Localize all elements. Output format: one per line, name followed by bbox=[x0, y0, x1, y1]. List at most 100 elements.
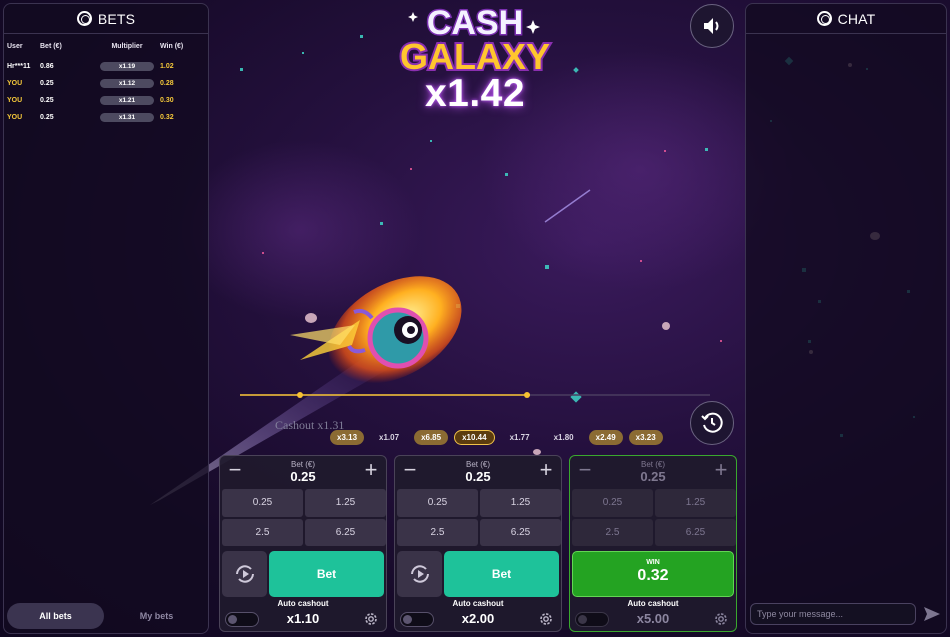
chat-header: CHAT bbox=[746, 4, 946, 34]
row-win: 0.28 bbox=[160, 80, 174, 87]
table-row: YOU 0.25 x1.31 0.32 bbox=[4, 109, 208, 126]
bets-title: BETS bbox=[97, 10, 136, 27]
chat-input-row bbox=[750, 603, 942, 625]
game-logo: CASH GALAXY bbox=[398, 3, 552, 79]
row-user: YOU bbox=[7, 80, 23, 87]
row-win: 1.02 bbox=[160, 63, 174, 70]
multiplier-history: x3.13 x1.07 x6.85 x10.44 x1.77 x1.80 x2.49 x3.2… bbox=[330, 429, 663, 446]
row-bet: 0.25 bbox=[40, 114, 54, 121]
bet-button[interactable]: Bet bbox=[444, 551, 559, 597]
row-multiplier: x1.21 bbox=[100, 96, 154, 105]
tab-all-bets[interactable]: All bets bbox=[7, 603, 104, 629]
auto-cashout-label: Auto cashout bbox=[452, 599, 504, 608]
bet-card-3: − Bet (€) 0.25 + 0.25 1.25 2.5 6.25 WIN … bbox=[569, 455, 737, 632]
current-multiplier: x1.42 bbox=[424, 72, 526, 115]
planet-ring-icon bbox=[816, 11, 832, 26]
row-user: YOU bbox=[7, 97, 23, 104]
preset-button[interactable]: 1.25 bbox=[655, 489, 736, 517]
history-multiplier: x1.07 bbox=[379, 433, 400, 442]
col-win: Win (€) bbox=[160, 42, 184, 50]
auto-cashout-value[interactable]: x2.00 bbox=[395, 611, 561, 626]
chat-title: CHAT bbox=[837, 10, 876, 27]
preset-button[interactable]: 2.5 bbox=[397, 518, 478, 546]
gear-icon[interactable] bbox=[538, 611, 554, 627]
preset-button[interactable]: 2.5 bbox=[572, 518, 653, 546]
sparkle-icon bbox=[408, 12, 418, 22]
auto-cashout-label: Auto cashout bbox=[627, 599, 679, 608]
alien-rocket bbox=[290, 276, 462, 384]
bets-header: BETS bbox=[4, 4, 208, 34]
preset-button[interactable]: 0.25 bbox=[397, 489, 478, 517]
bet-card-2: − Bet (€) 0.25 + 0.25 1.25 2.5 6.25 Bet … bbox=[394, 455, 562, 632]
history-button[interactable] bbox=[690, 401, 734, 445]
preset-button[interactable]: 6.25 bbox=[655, 518, 736, 546]
history-multiplier: x1.77 bbox=[509, 433, 530, 442]
bets-rows: Hr***11 0.86 x1.19 1.02 YOU 0.25 x1.12 0.28 YOU 0… bbox=[4, 58, 208, 126]
table-row: YOU 0.25 x1.21 0.30 bbox=[4, 92, 208, 109]
row-bet: 0.25 bbox=[40, 80, 54, 87]
planet-ring-icon bbox=[76, 11, 92, 26]
row-multiplier: x1.12 bbox=[100, 79, 154, 88]
history-multiplier: x6.85 bbox=[414, 430, 449, 445]
history-multiplier: x2.49 bbox=[588, 430, 623, 445]
preset-button[interactable]: 6.25 bbox=[305, 518, 386, 546]
row-user: Hr***11 bbox=[7, 63, 31, 70]
preset-button[interactable]: 2.5 bbox=[222, 518, 303, 546]
history-multiplier: x1.80 bbox=[553, 433, 574, 442]
gear-icon[interactable] bbox=[363, 611, 379, 627]
preset-button[interactable]: 0.25 bbox=[572, 489, 653, 517]
row-win: 0.32 bbox=[160, 114, 174, 121]
auto-play-button[interactable] bbox=[397, 551, 442, 597]
bet-presets: 0.25 1.25 2.5 6.25 bbox=[222, 489, 386, 546]
bet-presets: 0.25 1.25 2.5 6.25 bbox=[397, 489, 561, 546]
win-label: WIN bbox=[646, 559, 660, 566]
send-icon[interactable] bbox=[922, 604, 942, 624]
preset-button[interactable]: 6.25 bbox=[480, 518, 561, 546]
auto-play-icon bbox=[235, 565, 254, 583]
history-multiplier: x3.23 bbox=[628, 430, 663, 445]
preset-button[interactable]: 0.25 bbox=[222, 489, 303, 517]
col-user: User bbox=[7, 42, 23, 50]
win-cashout-button[interactable]: WIN 0.32 bbox=[572, 551, 734, 597]
auto-cashout-value[interactable]: x5.00 bbox=[570, 611, 736, 626]
row-bet: 0.25 bbox=[40, 97, 54, 104]
col-bet: Bet (€) bbox=[40, 42, 62, 50]
bet-button[interactable]: Bet bbox=[269, 551, 384, 597]
chat-panel: CHAT bbox=[745, 3, 947, 634]
bets-panel: BETS User Bet (€) Multiplier Win (€) Hr*… bbox=[3, 3, 209, 634]
row-multiplier-cell: x1.19 bbox=[97, 58, 157, 75]
auto-cashout-label: Auto cashout bbox=[277, 599, 329, 608]
row-multiplier: x1.19 bbox=[100, 62, 154, 71]
increase-bet-button[interactable]: + bbox=[710, 459, 732, 482]
preset-button[interactable]: 1.25 bbox=[480, 489, 561, 517]
history-multiplier: x3.13 bbox=[330, 430, 365, 445]
row-bet: 0.86 bbox=[40, 63, 54, 70]
row-win: 0.30 bbox=[160, 97, 174, 104]
bets-tabs: All bets My bets bbox=[7, 603, 205, 629]
auto-play-button[interactable] bbox=[222, 551, 267, 597]
speaker-icon bbox=[704, 18, 719, 34]
history-multiplier: x10.44 bbox=[454, 430, 495, 445]
row-multiplier: x1.31 bbox=[100, 113, 154, 122]
row-multiplier-cell: x1.21 bbox=[97, 92, 157, 109]
gear-icon[interactable] bbox=[713, 611, 729, 627]
bet-presets: 0.25 1.25 2.5 6.25 bbox=[572, 489, 736, 546]
row-user: YOU bbox=[7, 114, 23, 121]
increase-bet-button[interactable]: + bbox=[535, 459, 557, 482]
tab-my-bets[interactable]: My bets bbox=[108, 603, 205, 629]
preset-button[interactable]: 1.25 bbox=[305, 489, 386, 517]
table-row: YOU 0.25 x1.12 0.28 bbox=[4, 75, 208, 92]
bet-card-1: − Bet (€) 0.25 + 0.25 1.25 2.5 6.25 Bet … bbox=[219, 455, 387, 632]
history-clock-icon bbox=[701, 412, 723, 433]
sound-button[interactable] bbox=[690, 4, 734, 48]
auto-cashout-value[interactable]: x1.10 bbox=[220, 611, 386, 626]
table-row: Hr***11 0.86 x1.19 1.02 bbox=[4, 58, 208, 75]
win-amount: 0.32 bbox=[637, 567, 669, 584]
row-multiplier-cell: x1.12 bbox=[97, 75, 157, 92]
chat-message-input[interactable] bbox=[750, 603, 916, 625]
row-multiplier-cell: x1.31 bbox=[97, 109, 157, 126]
auto-play-icon bbox=[410, 565, 429, 583]
logo-line-2: GALAXY bbox=[400, 36, 550, 77]
col-multiplier: Multiplier bbox=[111, 42, 143, 50]
increase-bet-button[interactable]: + bbox=[360, 459, 382, 482]
